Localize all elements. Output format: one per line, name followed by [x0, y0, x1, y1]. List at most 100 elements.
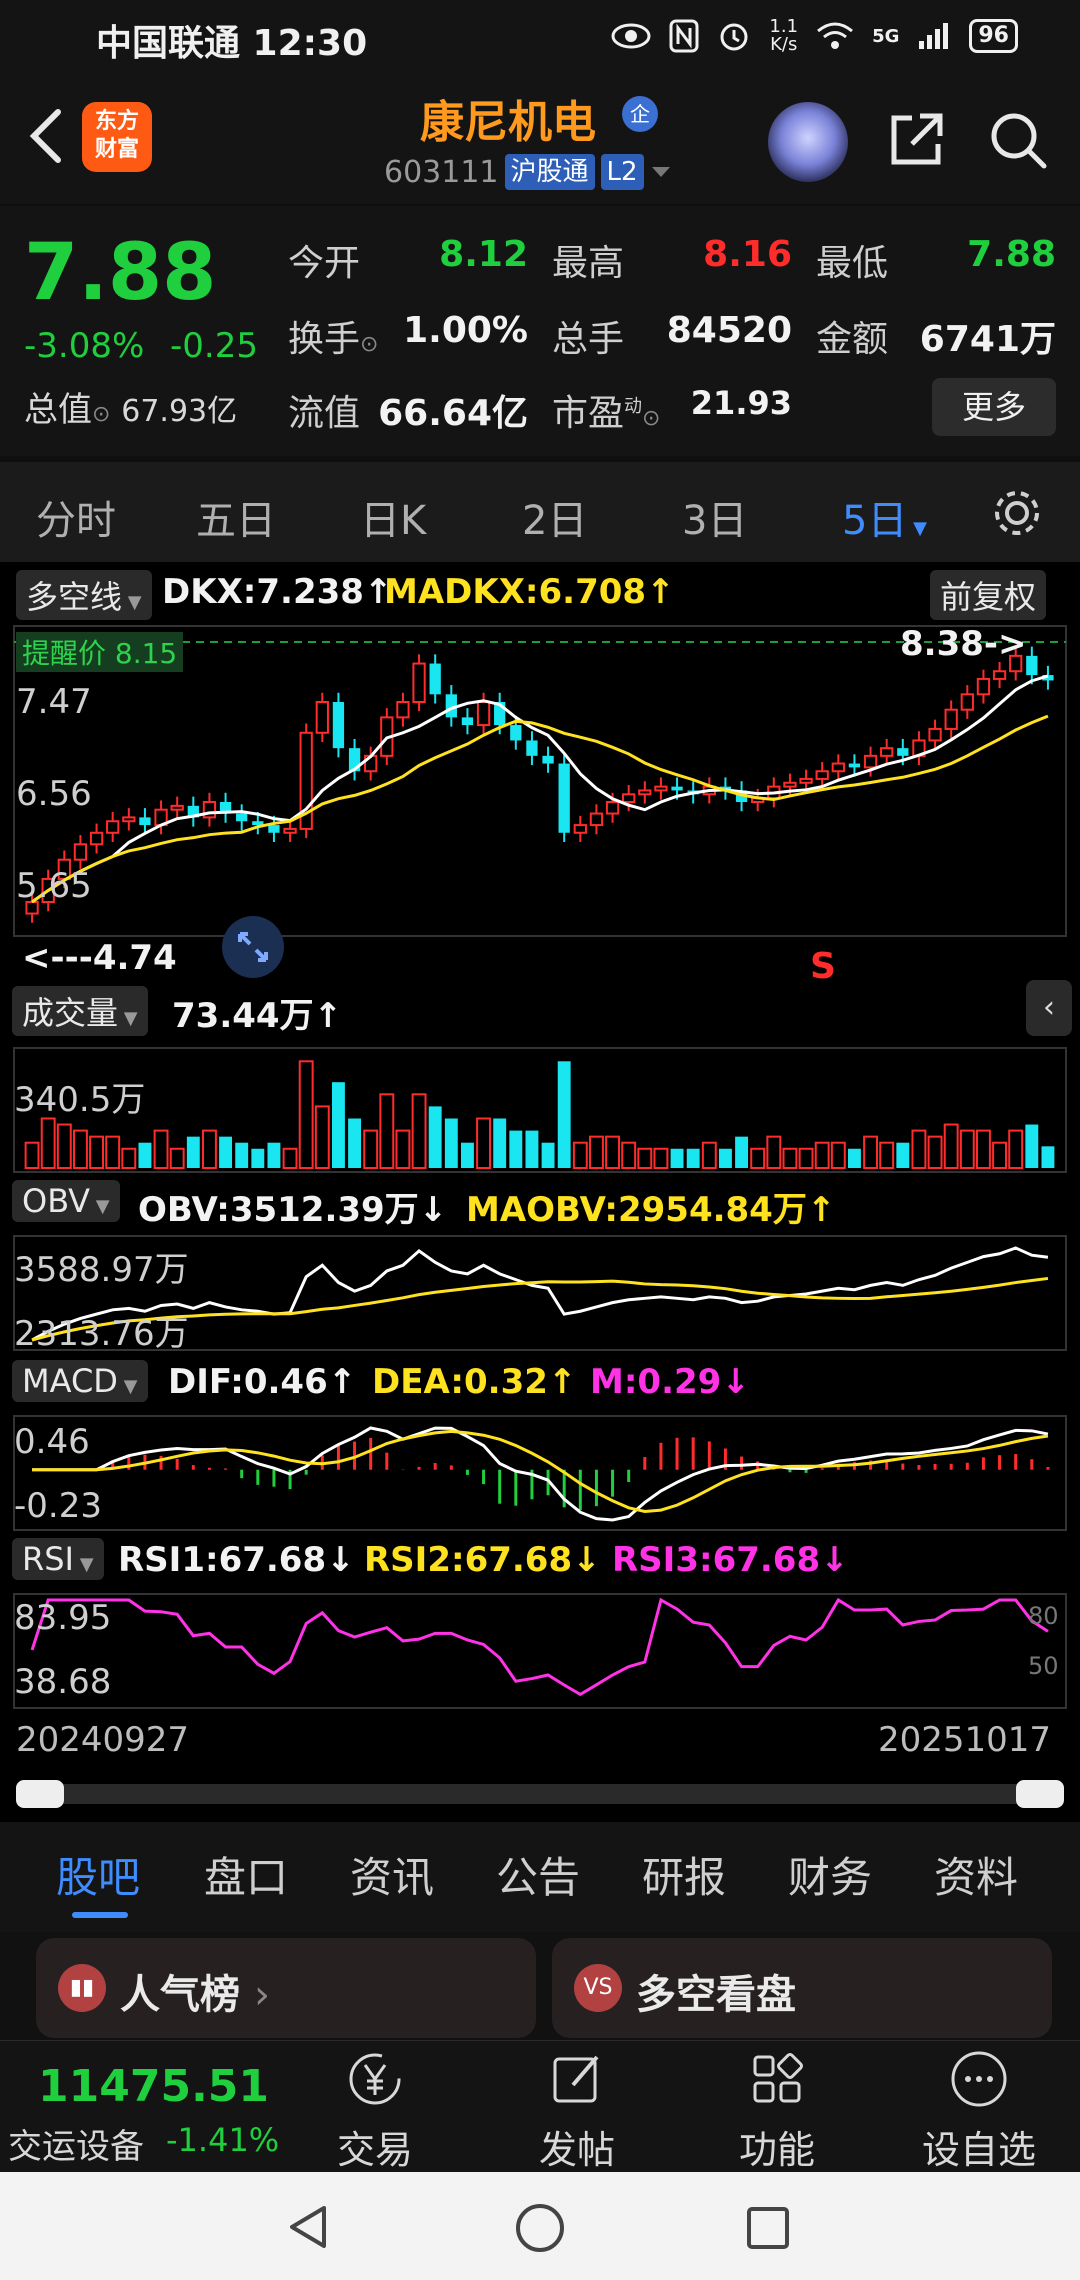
indicator-selector[interactable]: 多空线 ▼	[16, 570, 152, 620]
volume-bar	[927, 1135, 943, 1170]
turnover-value: 1.00%	[403, 310, 528, 351]
app-logo[interactable]: 东方 财富	[82, 102, 152, 172]
popularity-card[interactable]: ▮▮ 人气榜 ›	[36, 1938, 536, 2038]
macd-selector[interactable]: MACD ▼	[12, 1360, 148, 1402]
obv-selector[interactable]: OBV ▼	[12, 1180, 120, 1222]
tab-daily-k[interactable]: 日K	[360, 488, 426, 546]
tab-announcement[interactable]: 公告	[496, 1844, 580, 1905]
tab-finance[interactable]: 财务	[788, 1844, 872, 1905]
rsi-right-bottom: 50	[1028, 1652, 1059, 1680]
volume-bar	[814, 1141, 830, 1169]
volume-bar	[1008, 1129, 1024, 1169]
rsi-selector[interactable]: RSI ▼	[12, 1538, 104, 1580]
float-value: 66.64亿	[378, 393, 528, 434]
turnover-field[interactable]: 换手⊙ 1.00%	[288, 310, 528, 362]
range-handle-left[interactable]	[16, 1780, 64, 1808]
total-value: 总值⊙ 67.93亿	[24, 390, 238, 430]
tab-2day[interactable]: 2日	[522, 488, 587, 546]
tab-news[interactable]: 资讯	[350, 1844, 434, 1905]
candle	[573, 824, 587, 834]
rsi-line	[30, 1597, 1049, 1697]
share-icon[interactable]	[884, 108, 948, 172]
open-value: 8.12	[439, 234, 528, 275]
volume-selector-label: 成交量	[22, 994, 119, 1032]
adjust-button[interactable]: 前复权	[930, 570, 1047, 620]
candle	[831, 762, 845, 773]
remind-price[interactable]: 提醒价 8.15	[16, 632, 184, 672]
function-button[interactable]: 功能	[712, 2049, 842, 2174]
madkx-line	[31, 714, 1049, 904]
nfc-icon	[669, 19, 699, 53]
tab-pankou[interactable]: 盘口	[204, 1844, 288, 1905]
candle	[622, 793, 636, 804]
edit-icon	[553, 2055, 599, 2103]
vs-icon: VS	[574, 1964, 622, 2012]
total-value-number: 67.93亿	[121, 394, 238, 429]
pe-value: 21.93	[690, 384, 792, 422]
search-icon[interactable]	[986, 108, 1050, 172]
tab-fenshi[interactable]: 分时	[36, 488, 116, 546]
status-icons: 1.1 K/s 5G 96	[611, 14, 1018, 58]
signal-icon	[919, 23, 949, 49]
candle	[605, 801, 620, 815]
volume-bar	[379, 1093, 395, 1169]
nav-home-icon[interactable]	[514, 2202, 566, 2254]
tab-profile[interactable]: 资料	[934, 1844, 1018, 1905]
yen-icon	[349, 2053, 401, 2105]
bull-bear-card-label: 多空看盘	[636, 1972, 796, 2018]
more-button[interactable]: 更多	[932, 378, 1056, 436]
tab-5day[interactable]: 5日 ▼	[842, 488, 927, 546]
tab-research[interactable]: 研报	[642, 1844, 726, 1905]
trade-button[interactable]: 交易	[310, 2049, 440, 2174]
volume-bar	[735, 1136, 749, 1168]
stock-code-row[interactable]: 603111 沪股通 L2	[384, 154, 672, 190]
volume-bar	[541, 1142, 555, 1168]
volume-bar	[363, 1129, 379, 1169]
alarm-icon	[720, 23, 748, 51]
high-value: 8.16	[703, 234, 792, 275]
tab-five-day[interactable]: 五日	[196, 488, 276, 546]
pe-sup: 动	[624, 396, 643, 417]
pe-field[interactable]: 市盈动⊙ 21.93	[552, 384, 792, 436]
collapse-panel-button[interactable]: ‹	[1026, 980, 1072, 1036]
candle	[928, 727, 942, 742]
volume-bar	[121, 1147, 137, 1169]
volume-selector[interactable]: 成交量 ▼	[12, 986, 148, 1036]
range-scrollbar[interactable]	[16, 1780, 1064, 1808]
candle	[815, 770, 829, 780]
y-label-2: 7.47	[16, 682, 92, 722]
tab-guba[interactable]: 股吧	[56, 1844, 140, 1905]
more-dots-icon	[951, 2051, 1007, 2107]
volume-axis-label: 340.5万	[14, 1080, 146, 1120]
system-nav-bar	[0, 2172, 1080, 2280]
index-value: 11475.51	[38, 2061, 270, 2112]
bull-bear-card[interactable]: VS 多空看盘	[552, 1938, 1052, 2038]
volume-bar	[89, 1135, 105, 1170]
gear-icon[interactable]	[988, 484, 1046, 542]
candle	[799, 777, 813, 784]
active-tab-underline	[72, 1912, 128, 1918]
candle	[863, 754, 878, 769]
battery-indicator: 96	[969, 19, 1018, 53]
macd-axis-top: 0.46	[14, 1422, 90, 1462]
quote-panel: 7.88 -3.08% -0.25 总值⊙ 67.93亿 今开 8.12 最高 8.…	[0, 206, 1080, 456]
tab-3day[interactable]: 3日	[682, 488, 747, 546]
nav-back-icon[interactable]	[284, 2202, 334, 2252]
kline-chart-area[interactable]: 多空线 ▼ DKX:7.238↑ MADKX:6.708↑ 前复权 提醒价 8.…	[0, 562, 1080, 1822]
volume-bar	[718, 1148, 732, 1168]
back-icon[interactable]	[22, 106, 72, 166]
volume-bar	[40, 1117, 56, 1169]
sell-signal-marker: S	[810, 946, 836, 987]
range-handle-right[interactable]	[1016, 1780, 1064, 1808]
volume-chart	[13, 1047, 1067, 1173]
add-watchlist-button[interactable]: 设自选	[914, 2049, 1044, 2174]
volume-bar	[331, 1082, 345, 1168]
candle	[558, 763, 570, 833]
expand-chart-icon[interactable]	[220, 914, 286, 980]
chevron-down-icon	[651, 167, 670, 177]
post-button[interactable]: 发帖	[512, 2049, 642, 2174]
assistant-robot-icon[interactable]	[768, 102, 848, 182]
stock-title[interactable]: 康尼机电	[420, 86, 596, 150]
nav-recents-icon[interactable]	[744, 2204, 792, 2252]
volume-bar	[637, 1147, 653, 1169]
